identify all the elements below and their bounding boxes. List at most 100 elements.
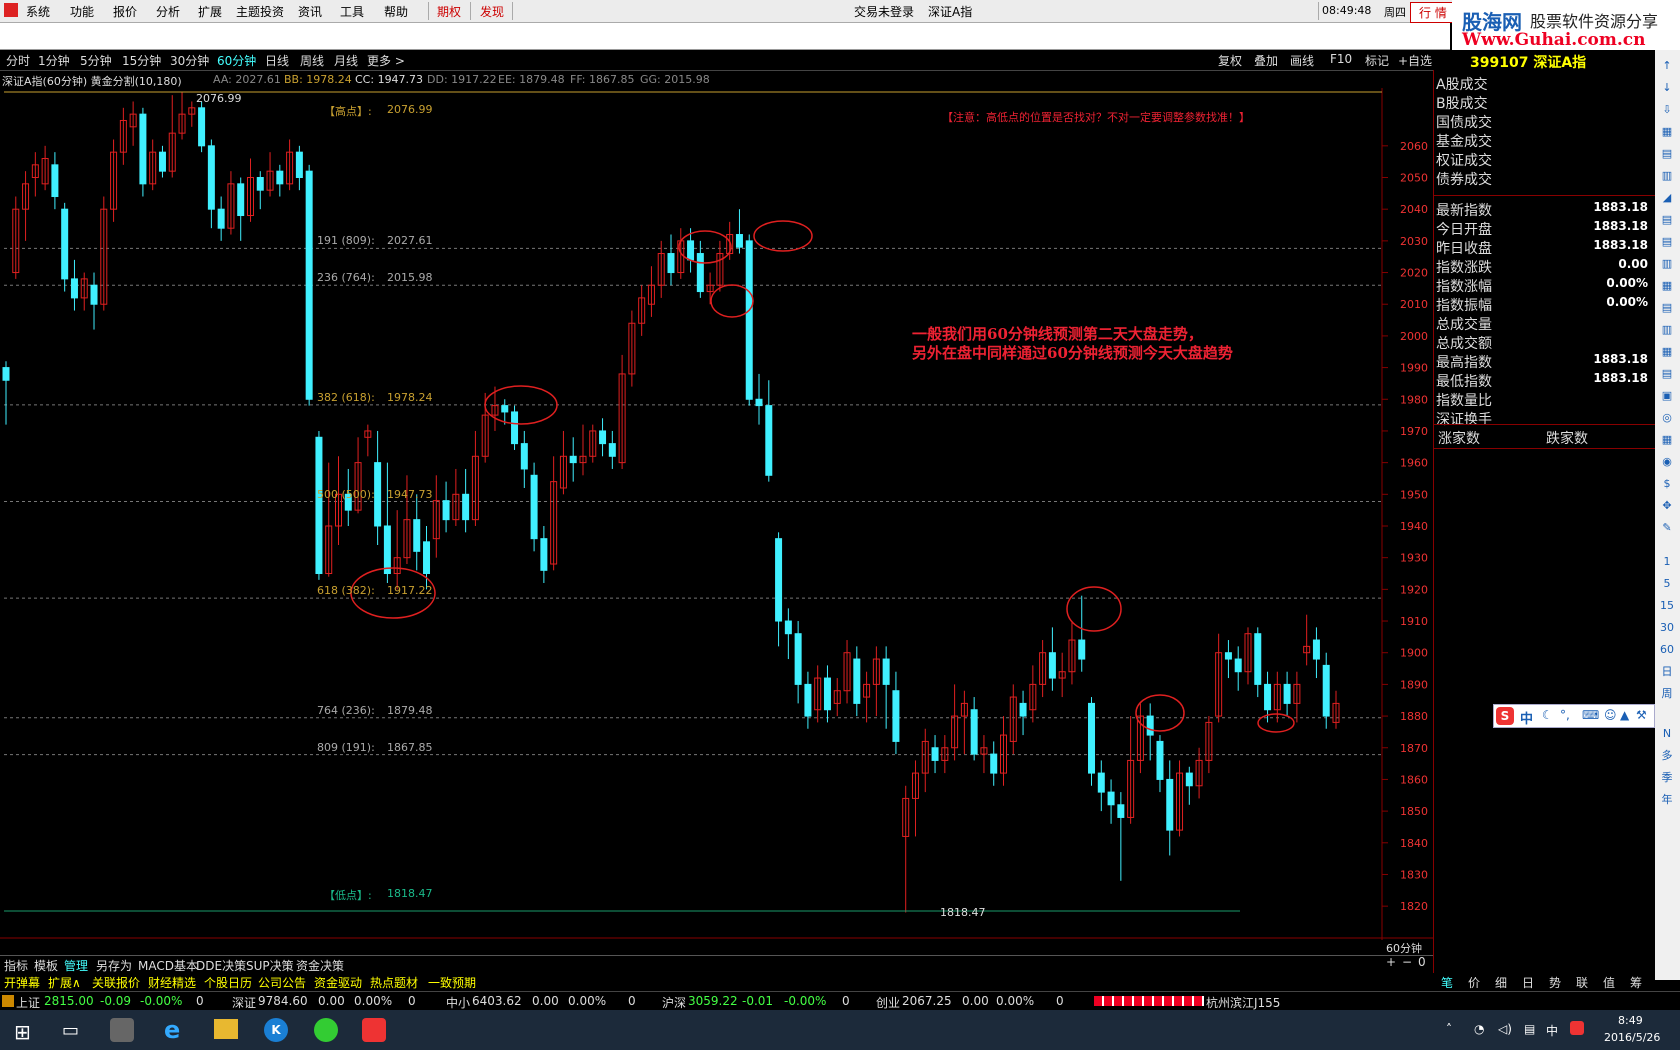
panel-tab[interactable]: 值 xyxy=(1603,974,1615,991)
app-icon-1[interactable] xyxy=(110,1018,134,1042)
add-watchlist-button[interactable]: +自选 xyxy=(1398,52,1432,69)
moon-icon[interactable]: ☾ xyxy=(1542,708,1553,722)
side-tool-icon[interactable]: ✎ xyxy=(1659,520,1675,536)
ime-toolbar[interactable]: S 中 ☾ °, ⌨ ☺ ▲ ⚒ xyxy=(1493,704,1655,728)
indicator-tab[interactable]: 管理 xyxy=(64,957,88,974)
indicator-tab[interactable]: 资金决策 xyxy=(296,957,344,974)
menu-options[interactable]: 期权 xyxy=(437,3,461,20)
wrench-icon[interactable]: ⚒ xyxy=(1636,708,1647,722)
feature-tab[interactable]: 关联报价 xyxy=(92,974,140,991)
indicator-tab[interactable]: 另存为 xyxy=(96,957,132,974)
zoom-in-button[interactable]: + xyxy=(1386,955,1396,969)
side-tool-icon[interactable]: ▦ xyxy=(1659,432,1675,448)
app-icon-green[interactable] xyxy=(314,1018,338,1042)
tab-more[interactable]: 更多 > xyxy=(367,52,405,69)
menu-tools[interactable]: 工具 xyxy=(340,3,364,20)
period-shortcut[interactable]: 季 xyxy=(1659,770,1675,786)
side-tool-icon[interactable]: ▤ xyxy=(1659,146,1675,162)
tab-daily[interactable]: 日线 xyxy=(265,52,289,69)
menu-quote[interactable]: 报价 xyxy=(113,3,137,20)
side-tool-icon[interactable]: ▤ xyxy=(1659,300,1675,316)
indicator-tab[interactable]: DDE决策 xyxy=(196,957,246,974)
side-tool-icon[interactable]: ↓ xyxy=(1659,80,1675,96)
sogou-tray-icon[interactable] xyxy=(1570,1021,1584,1035)
indicator-tab[interactable]: MACD基本 xyxy=(138,957,198,974)
side-tool-icon[interactable]: ▥ xyxy=(1659,322,1675,338)
panel-tab[interactable]: 筹 xyxy=(1630,974,1642,991)
feature-tab[interactable]: 个股日历 xyxy=(204,974,252,991)
zoom-out-button[interactable]: − xyxy=(1402,955,1412,969)
command-bar[interactable] xyxy=(0,23,1450,50)
ime-mode[interactable]: 中 xyxy=(1520,708,1533,727)
panel-tab[interactable]: 笔 xyxy=(1441,974,1453,991)
side-tool-icon[interactable]: ▦ xyxy=(1659,344,1675,360)
skin-icon[interactable]: ▲ xyxy=(1620,708,1629,722)
period-shortcut[interactable]: 5 xyxy=(1659,576,1675,592)
side-tool-icon[interactable]: ▤ xyxy=(1659,366,1675,382)
period-shortcut[interactable]: 日 xyxy=(1659,664,1675,680)
feature-tab[interactable]: 一致预期 xyxy=(428,974,476,991)
f10-button[interactable]: F10 xyxy=(1330,52,1352,66)
period-shortcut[interactable]: 年 xyxy=(1659,792,1675,808)
zoom-controls[interactable]: + − 0 xyxy=(1386,955,1432,972)
draw-line-button[interactable]: 画线 xyxy=(1290,52,1314,69)
tab-60min[interactable]: 60分钟 xyxy=(217,52,256,69)
period-shortcut[interactable]: 30 xyxy=(1659,620,1675,636)
volume-icon[interactable]: ◁) xyxy=(1498,1022,1512,1036)
feature-tab[interactable]: 热点题材 xyxy=(370,974,418,991)
tab-intraday[interactable]: 分时 xyxy=(6,52,30,69)
adjust-button[interactable]: 复权 xyxy=(1218,52,1242,69)
systray-up-icon[interactable]: ˄ xyxy=(1446,1022,1452,1036)
sogou-icon[interactable]: S xyxy=(1496,707,1514,725)
turnover-item[interactable]: 债券成交 xyxy=(1436,169,1652,188)
tab-30min[interactable]: 30分钟 xyxy=(170,52,209,69)
tab-1min[interactable]: 1分钟 xyxy=(38,52,70,69)
side-tool-icon[interactable]: ↑ xyxy=(1659,58,1675,74)
zoom-reset-button[interactable]: 0 xyxy=(1418,955,1426,969)
side-tool-icon[interactable]: ▥ xyxy=(1659,256,1675,272)
side-tool-icon[interactable]: ▤ xyxy=(1659,234,1675,250)
task-view-icon[interactable]: ▭ xyxy=(62,1020,79,1041)
menu-theme-invest[interactable]: 主题投资 xyxy=(236,3,284,20)
turnover-item[interactable]: 基金成交 xyxy=(1436,131,1652,150)
trade-login-status[interactable]: 交易未登录 xyxy=(854,3,914,20)
edge-browser-icon[interactable]: e xyxy=(164,1016,180,1044)
turnover-item[interactable]: B股成交 xyxy=(1436,93,1652,112)
feature-tab[interactable]: 资金驱动 xyxy=(314,974,362,991)
side-tool-icon[interactable]: ◢ xyxy=(1659,190,1675,206)
feature-tab[interactable]: 扩展∧ xyxy=(48,974,81,991)
side-tool-icon[interactable]: ◎ xyxy=(1659,410,1675,426)
indicator-tab[interactable]: 指标 xyxy=(4,957,28,974)
file-explorer-icon[interactable] xyxy=(214,1019,238,1039)
menu-system[interactable]: 系统 xyxy=(26,3,50,20)
menu-function[interactable]: 功能 xyxy=(70,3,94,20)
side-tool-icon[interactable]: ⇩ xyxy=(1659,102,1675,118)
turnover-item[interactable]: 国债成交 xyxy=(1436,112,1652,131)
period-shortcut[interactable]: 周 xyxy=(1659,686,1675,702)
side-tool-icon[interactable]: ▤ xyxy=(1659,212,1675,228)
stock-app-icon[interactable] xyxy=(362,1018,386,1042)
panel-tab[interactable]: 细 xyxy=(1495,974,1507,991)
punctuation-icon[interactable]: °, xyxy=(1560,708,1570,722)
candlestick-chart[interactable]: 2060 2050 2040 2030 2020 2010 2000 1990 1980 1970… xyxy=(0,88,1433,940)
windows-start-icon[interactable]: ⊞ xyxy=(14,1020,31,1044)
turnover-item[interactable]: 权证成交 xyxy=(1436,150,1652,169)
menu-help[interactable]: 帮助 xyxy=(384,3,408,20)
tab-15min[interactable]: 15分钟 xyxy=(122,52,161,69)
overlay-button[interactable]: 叠加 xyxy=(1254,52,1278,69)
period-shortcut[interactable]: 多 xyxy=(1659,748,1675,764)
period-shortcut[interactable]: 60 xyxy=(1659,642,1675,658)
tab-weekly[interactable]: 周线 xyxy=(300,52,324,69)
side-tool-icon[interactable]: ▦ xyxy=(1659,124,1675,140)
panel-tab[interactable]: 势 xyxy=(1549,974,1561,991)
user-icon[interactable]: ☺ xyxy=(1604,708,1617,722)
side-tool-icon[interactable]: ✥ xyxy=(1659,498,1675,514)
notification-icon[interactable]: ▤ xyxy=(1524,1022,1535,1036)
indicator-tab[interactable]: 模板 xyxy=(34,957,58,974)
panel-tab[interactable]: 联 xyxy=(1576,974,1588,991)
feature-tab[interactable]: 公司公告 xyxy=(258,974,306,991)
feature-tab[interactable]: 财经精选 xyxy=(148,974,196,991)
feature-tab[interactable]: 开弹幕 xyxy=(4,974,40,991)
panel-tab[interactable]: 价 xyxy=(1468,974,1480,991)
tab-monthly[interactable]: 月线 xyxy=(334,52,358,69)
